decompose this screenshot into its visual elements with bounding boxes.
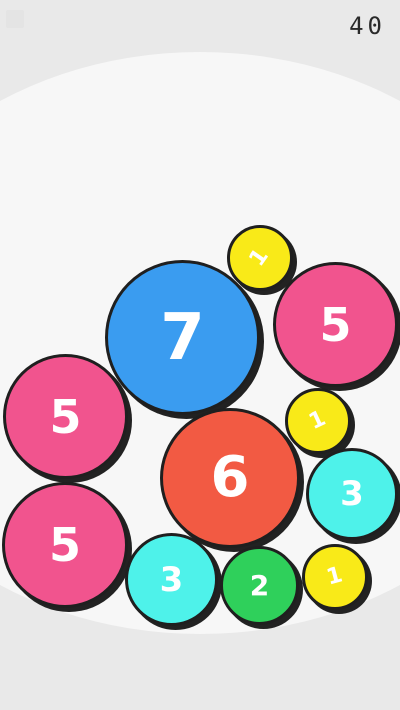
ball-number: 7 [160,300,205,375]
ball-pink-5-right[interactable]: 5 [273,262,398,387]
ball-number: 5 [319,297,352,352]
ball-yellow-1-bottom[interactable]: 1 [302,544,368,610]
ball-number: 1 [244,244,275,272]
corner-marker [6,10,24,28]
ball-number: 3 [159,559,184,600]
ball-yellow-1-middle[interactable]: 1 [285,388,351,454]
ball-number: 3 [340,474,364,514]
score-counter: 40 [349,12,386,40]
game-screen: 40 1 7 5 5 1 6 3 5 3 2 1 [0,0,400,710]
ball-number: 5 [49,389,82,444]
ball-number: 5 [48,518,81,572]
ball-number: 1 [305,405,331,436]
ball-yellow-1-top[interactable]: 1 [227,225,293,291]
ball-blue-7[interactable]: 7 [105,260,260,415]
ball-number: 1 [324,562,346,591]
ball-number: 6 [210,445,250,510]
ball-green-2[interactable]: 2 [220,546,299,625]
ball-pink-5-bottom[interactable]: 5 [2,482,128,608]
ball-cyan-3-right[interactable]: 3 [306,448,398,540]
ball-number: 2 [249,568,270,602]
ball-cyan-3-bottom[interactable]: 3 [125,533,218,626]
ball-pink-5-middle[interactable]: 5 [3,354,128,479]
ball-red-6[interactable]: 6 [160,408,300,548]
